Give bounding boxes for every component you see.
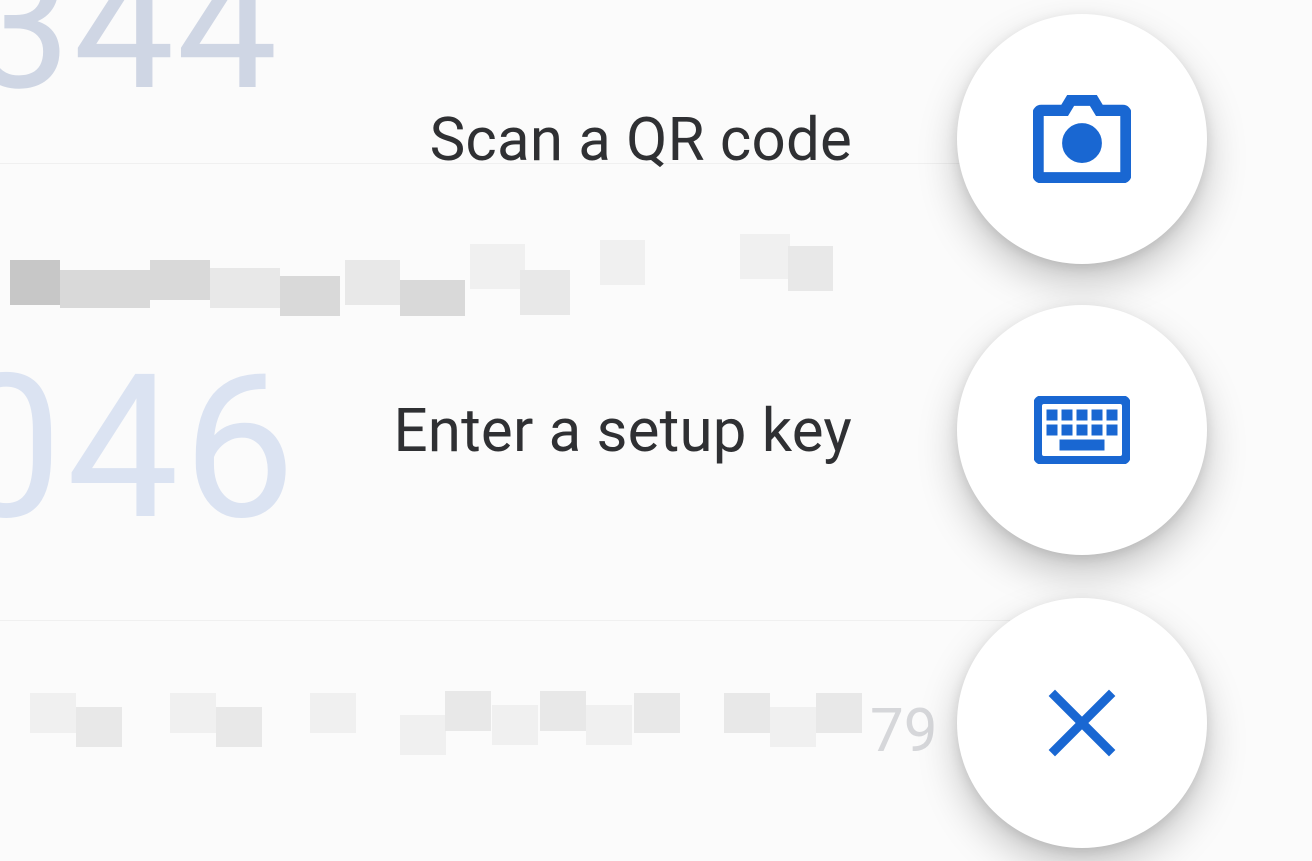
scan-qr-button[interactable] [957,14,1207,264]
keyboard-icon [1034,396,1130,464]
close-icon [1047,688,1117,758]
camera-icon [1033,95,1131,183]
fab-label-setup-key: Enter a setup key [393,395,852,466]
fab-row-scan-qr: Scan a QR code [0,14,1312,264]
enter-setup-key-button[interactable] [957,305,1207,555]
close-fab-button[interactable] [957,598,1207,848]
fab-row-setup-key: Enter a setup key [0,305,1312,555]
fab-label-scan-qr: Scan a QR code [430,104,852,175]
fab-speed-dial-menu: Scan a QR code Enter a setup key [0,0,1312,861]
fab-row-close [0,598,1312,848]
